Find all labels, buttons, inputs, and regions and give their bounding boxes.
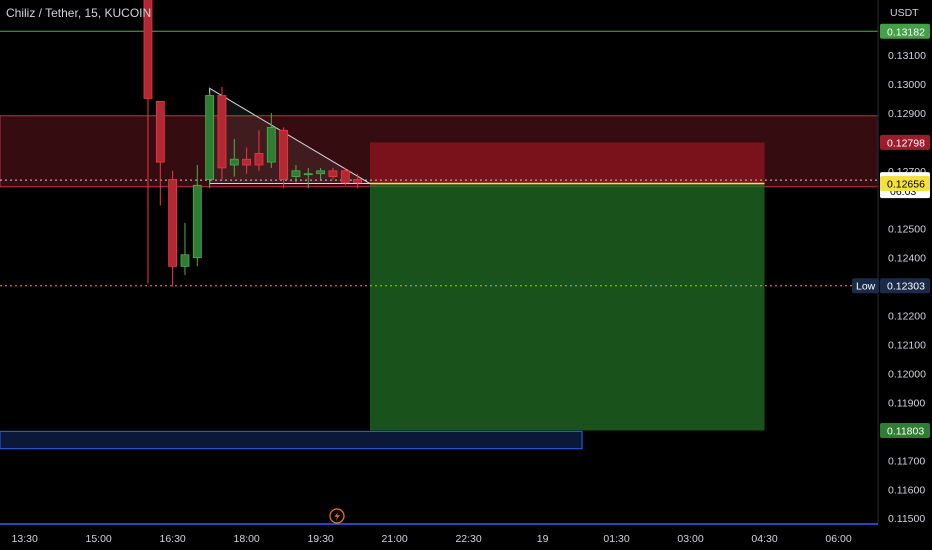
candle-body bbox=[316, 170, 326, 175]
candle-body bbox=[229, 158, 239, 166]
price-badge-label: 0.12656 bbox=[887, 179, 925, 191]
time-tick-label: 06:00 bbox=[825, 533, 851, 545]
candle bbox=[279, 127, 289, 189]
candle-body bbox=[254, 153, 264, 166]
price-badge: 0.13182 bbox=[880, 23, 930, 39]
time-tick-label: 16:30 bbox=[159, 533, 185, 545]
price-tick-label: 0.13000 bbox=[888, 79, 926, 91]
price-badge-label: 0.12303 bbox=[887, 281, 925, 293]
lightning-icon[interactable] bbox=[329, 508, 345, 524]
price-badge-label: 0.11803 bbox=[887, 425, 924, 437]
support-zone[interactable] bbox=[0, 430, 583, 450]
price-tick-label: 0.11500 bbox=[888, 513, 925, 525]
candle-body bbox=[192, 184, 202, 259]
time-tick-label: 04:30 bbox=[751, 533, 777, 545]
price-tick-label: 0.11700 bbox=[888, 455, 925, 467]
price-badge-label: 0.12798 bbox=[887, 137, 925, 149]
price-tick-label: 0.11600 bbox=[888, 484, 925, 496]
candle bbox=[168, 170, 178, 287]
time-tick-label: 01:30 bbox=[603, 533, 629, 545]
time-tick-label: 03:00 bbox=[677, 533, 703, 545]
candle-body bbox=[205, 95, 215, 180]
candle-body bbox=[155, 100, 165, 163]
price-tick-label: 0.12400 bbox=[888, 253, 926, 265]
price-badge: 0.12798 bbox=[880, 134, 930, 150]
time-tick-label: 19:30 bbox=[307, 533, 333, 545]
candle-body bbox=[180, 254, 190, 267]
price-badge: 0.11803 bbox=[880, 422, 930, 438]
candle-body bbox=[291, 170, 301, 177]
candle bbox=[217, 86, 227, 180]
price-tick-label: 0.12100 bbox=[888, 340, 926, 352]
price-axis[interactable]: USDT 0.131000.130000.129000.127000.12500… bbox=[852, 0, 932, 525]
price-tick-label: 0.12500 bbox=[888, 224, 926, 236]
price-badge: 0.12303 Low bbox=[852, 278, 930, 294]
candle-body bbox=[168, 179, 178, 267]
candle-body bbox=[353, 179, 363, 183]
time-tick-label: 15:00 bbox=[86, 533, 112, 545]
candle-body bbox=[340, 170, 350, 183]
candle bbox=[180, 222, 190, 276]
time-tick-label: 13:30 bbox=[12, 533, 38, 545]
time-tick-label: 19 bbox=[537, 533, 549, 545]
time-tick-label: 22:30 bbox=[455, 533, 481, 545]
price-badge-label: 0.13182 bbox=[887, 26, 925, 38]
candle bbox=[155, 100, 165, 206]
time-tick-label: 18:00 bbox=[233, 533, 259, 545]
price-badge: 0.12656 bbox=[880, 176, 930, 192]
candle-body bbox=[217, 95, 227, 169]
candle-body bbox=[303, 173, 313, 176]
price-tick-label: 0.13100 bbox=[888, 50, 926, 62]
price-tick-label: 0.12200 bbox=[888, 311, 926, 323]
short-position-tool[interactable] bbox=[369, 142, 765, 431]
low-label: Low bbox=[856, 281, 876, 293]
price-tick-label: 0.11900 bbox=[888, 397, 925, 409]
candle bbox=[340, 167, 350, 186]
candle-body bbox=[328, 170, 338, 177]
time-axis[interactable]: 13:30 15:00 16:30 18:00 19:30 21:00 22:30 19 01:… bbox=[0, 523, 932, 550]
candle-body bbox=[266, 126, 276, 163]
time-tick-label: 21:00 bbox=[381, 533, 407, 545]
price-tick-label: 0.12000 bbox=[888, 368, 926, 380]
take-profit-area[interactable] bbox=[369, 183, 765, 431]
price-tick-label: 0.12900 bbox=[888, 108, 926, 120]
symbol-title[interactable]: Chiliz / Tether, 15, KUCOIN bbox=[6, 6, 151, 20]
chart-canvas[interactable]: USDT 0.131000.130000.129000.127000.12500… bbox=[0, 0, 932, 550]
candle-body bbox=[242, 158, 252, 166]
currency-label: USDT bbox=[890, 7, 919, 19]
candle-body bbox=[279, 129, 289, 180]
candle bbox=[205, 92, 215, 189]
stop-loss-area[interactable] bbox=[369, 142, 765, 184]
